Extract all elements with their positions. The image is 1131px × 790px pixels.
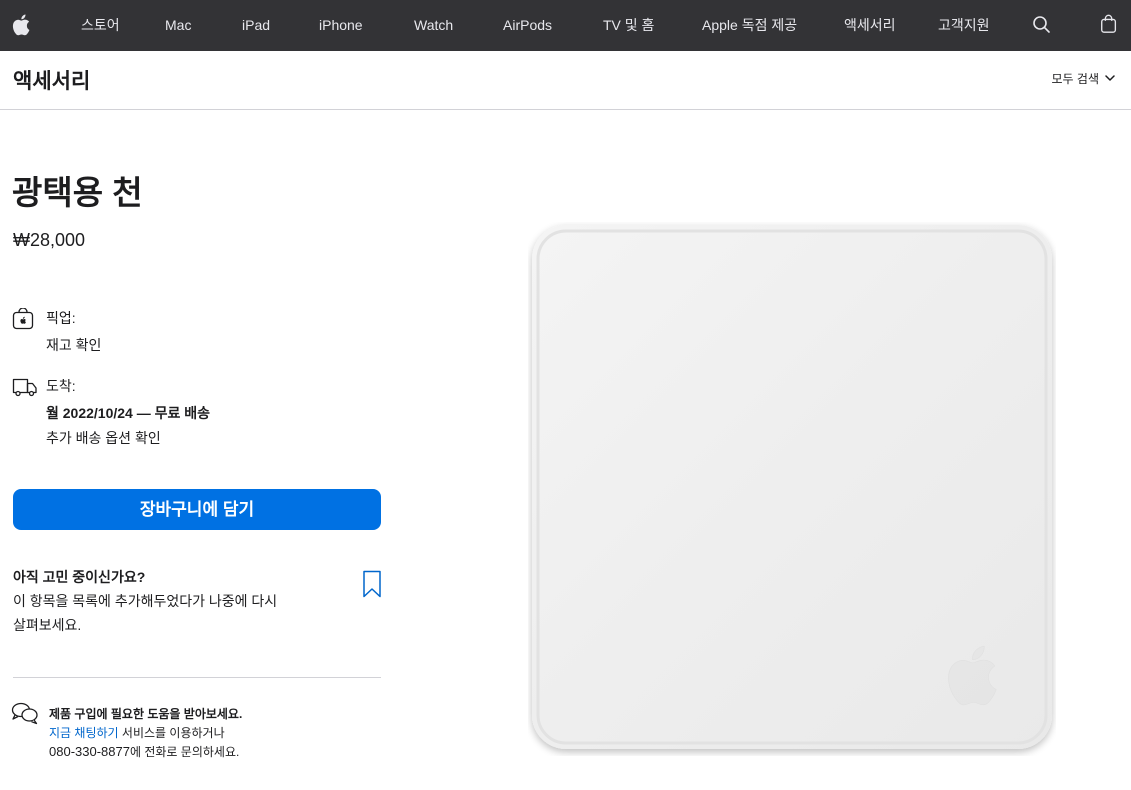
- browse-all-menu[interactable]: 모두 검색: [1052, 70, 1116, 87]
- save-text: 이 항목을 목록에 추가해두었다가 나중에 다시 살펴보세요.: [13, 593, 278, 633]
- phone-number[interactable]: 080-330-8877: [49, 744, 130, 759]
- product-price: ₩28,000: [13, 230, 86, 250]
- search-icon[interactable]: [1032, 15, 1052, 35]
- save-title: 아직 고민 중이신가요?: [13, 569, 146, 585]
- nav-watch[interactable]: Watch: [414, 0, 453, 51]
- divider: [13, 677, 381, 678]
- nav-mac[interactable]: Mac: [165, 0, 191, 51]
- browse-all-label: 모두 검색: [1051, 72, 1100, 86]
- help-chat-line: 지금 채팅하기 서비스를 이용하거나: [49, 724, 225, 741]
- nav-only-at-apple[interactable]: Apple 독점 제공: [702, 0, 797, 51]
- nav-support[interactable]: 고객지원: [938, 0, 990, 51]
- nav-accessories[interactable]: 액세서리: [844, 0, 896, 51]
- check-availability-link[interactable]: 재고 확인: [46, 335, 101, 355]
- local-nav: 액세서리 모두 검색: [0, 51, 1131, 110]
- store-bag-icon: [12, 308, 34, 330]
- global-nav: 스토어 Mac iPad iPhone Watch AirPods TV 및 홈…: [0, 0, 1131, 51]
- nav-ipad[interactable]: iPad: [242, 0, 270, 51]
- nav-tv-home[interactable]: TV 및 홈: [603, 0, 654, 51]
- chevron-down-icon: [1105, 75, 1115, 81]
- polishing-cloth-image: [532, 225, 1052, 749]
- bookmark-icon[interactable]: [362, 570, 382, 598]
- pickup-label: 픽업:: [46, 310, 76, 326]
- apple-logo-icon[interactable]: [12, 14, 30, 36]
- delivery-date: 월 2022/10/24 — 무료 배송: [46, 405, 211, 421]
- nav-airpods[interactable]: AirPods: [503, 0, 552, 51]
- product-title: 광택용 천: [12, 174, 143, 211]
- bag-icon[interactable]: [1099, 14, 1119, 34]
- nav-iphone[interactable]: iPhone: [319, 0, 363, 51]
- section-title[interactable]: 액세서리: [13, 65, 90, 95]
- nav-store[interactable]: 스토어: [81, 0, 120, 51]
- chat-bubbles-icon: [11, 702, 38, 725]
- help-title: 제품 구입에 필요한 도움을 받아보세요.: [49, 707, 243, 721]
- chat-suffix: 서비스를 이용하거나: [118, 726, 225, 740]
- phone-suffix: 에 전화로 문의하세요.: [129, 745, 240, 759]
- delivery-label: 도착:: [46, 378, 76, 394]
- more-delivery-options-link[interactable]: 추가 배송 옵션 확인: [46, 428, 161, 448]
- chat-now-link[interactable]: 지금 채팅하기: [49, 726, 119, 740]
- delivery-truck-icon: [12, 378, 37, 397]
- help-phone-line: 080-330-8877에 전화로 문의하세요.: [49, 743, 239, 760]
- add-to-bag-button[interactable]: 장바구니에 담기: [13, 489, 381, 530]
